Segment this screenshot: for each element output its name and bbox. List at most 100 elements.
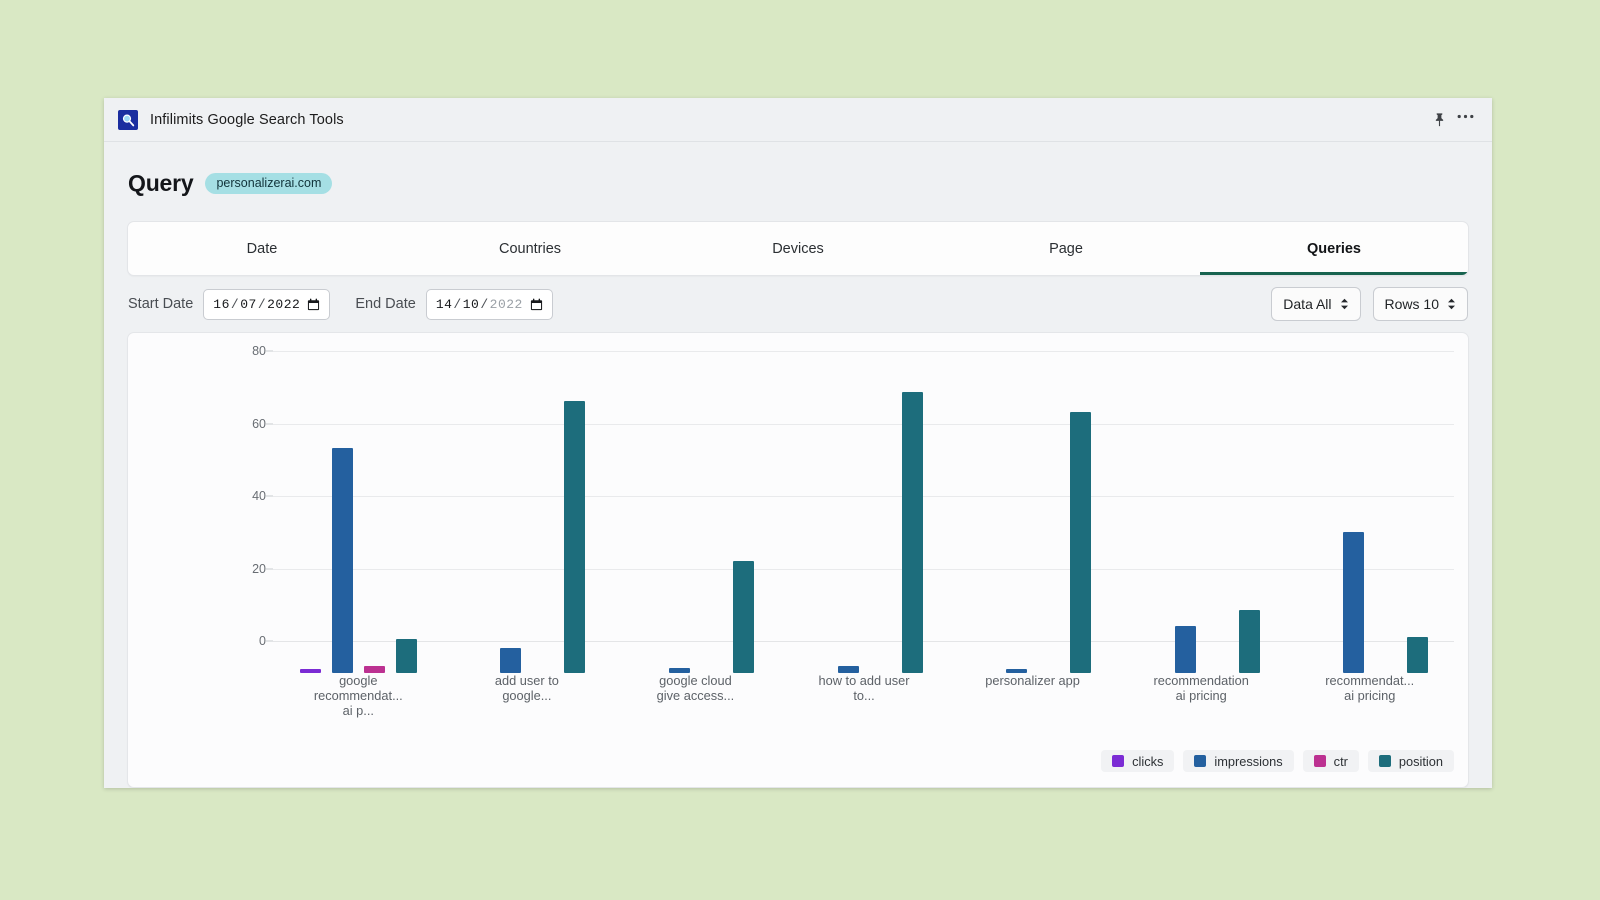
tab-countries-label: Countries <box>498 240 562 257</box>
start-date-sep2: / <box>257 296 267 312</box>
x-axis-label-line: recommendat... <box>1325 673 1415 688</box>
start-date-label: Start Date <box>128 296 194 312</box>
legend-swatch-impressions <box>1194 755 1207 767</box>
y-tick-mark <box>266 568 273 569</box>
chart-card: 0 20 40 60 80 google recommendat... ai p... add… <box>127 332 1469 788</box>
y-tick-label: 0 <box>259 634 266 648</box>
bar-position[interactable] <box>395 638 417 673</box>
x-axis-label: recommendat... ai pricing <box>1285 673 1454 718</box>
tab-devices[interactable]: Devices <box>664 222 932 275</box>
chart-x-axis-labels: google recommendat... ai p... add user to go… <box>274 673 1454 718</box>
data-filter-select[interactable]: Data All <box>1271 287 1361 321</box>
tab-page[interactable]: Page <box>932 222 1200 275</box>
end-date-month: 10 <box>462 296 480 312</box>
window-title: Infilimits Google Search Tools <box>150 111 344 128</box>
end-date-label: End Date <box>355 296 416 312</box>
calendar-icon[interactable] <box>530 298 543 311</box>
x-axis-label-line: ai pricing <box>1175 688 1227 703</box>
bar-impressions[interactable] <box>500 647 522 673</box>
tab-date[interactable]: Date <box>128 222 396 275</box>
legend-label: clicks <box>1132 753 1164 769</box>
bar-group <box>948 351 1117 673</box>
x-axis-label-line: how to add user <box>818 673 910 688</box>
tab-queries-label: Queries <box>1307 240 1361 257</box>
tab-countries[interactable]: Countries <box>396 222 664 275</box>
x-axis-label-line: to... <box>853 688 875 703</box>
data-filter-value: Data All <box>1283 296 1332 312</box>
legend-swatch-clicks <box>1112 755 1125 767</box>
x-axis-label-line: recommendat... <box>313 688 403 703</box>
tab-bar: Date Countries Devices Page Queries <box>127 221 1469 276</box>
bar-impressions[interactable] <box>837 665 859 673</box>
more-options-icon[interactable] <box>1452 107 1478 133</box>
bar-position[interactable] <box>1070 412 1092 673</box>
bar-position[interactable] <box>901 392 923 673</box>
rows-count-select[interactable]: Rows 10 <box>1372 287 1468 321</box>
start-date-sep1: / <box>230 296 240 312</box>
calendar-icon[interactable] <box>307 298 320 311</box>
legend-item-clicks[interactable]: clicks <box>1101 750 1175 772</box>
x-axis-label: recommendation ai pricing <box>1117 673 1286 718</box>
end-date-input[interactable]: 14 / 10 / 2022 <box>425 288 553 320</box>
x-axis-label: personalizer app <box>948 673 1117 718</box>
start-date-input[interactable]: 16 / 07 / 2022 <box>203 288 331 320</box>
x-axis-label-line: google <box>339 673 378 688</box>
y-tick-label: 80 <box>252 344 266 358</box>
legend-swatch-ctr <box>1313 755 1326 767</box>
page-content: Query personalizerai.com Date Countries … <box>104 142 1492 788</box>
bar-impressions[interactable] <box>331 448 353 673</box>
legend-item-impressions[interactable]: impressions <box>1183 750 1294 772</box>
bar-group <box>1117 351 1286 673</box>
x-axis-label: google cloud give access... <box>611 673 780 718</box>
legend-item-ctr[interactable]: ctr <box>1302 750 1359 772</box>
y-tick-mark <box>266 423 273 424</box>
legend-swatch-position <box>1378 755 1391 767</box>
y-tick-label: 40 <box>252 489 266 503</box>
y-tick-mark <box>266 495 273 497</box>
x-axis-label-line: google cloud <box>659 673 732 688</box>
bar-impressions[interactable] <box>1343 531 1365 673</box>
tab-queries[interactable]: Queries <box>1200 222 1468 275</box>
bar-group <box>1285 351 1454 673</box>
x-axis-label-line: ai pricing <box>1344 688 1396 703</box>
rows-count-value: Rows 10 <box>1384 296 1439 312</box>
legend-label: position <box>1398 753 1443 769</box>
x-axis-label-line: ai p... <box>342 703 374 718</box>
search-magnifier-icon <box>118 109 138 130</box>
y-tick-label: 60 <box>252 416 266 431</box>
legend-label: impressions <box>1214 753 1283 769</box>
bar-position[interactable] <box>1407 636 1429 673</box>
bar-group <box>443 351 612 673</box>
start-date-year: 2022 <box>267 296 301 312</box>
page-header: Query personalizerai.com <box>127 170 1469 197</box>
bar-chart: 0 20 40 60 80 <box>128 333 1468 673</box>
pin-icon[interactable] <box>1426 107 1452 133</box>
bar-group <box>780 351 949 673</box>
tab-devices-label: Devices <box>772 240 824 257</box>
y-tick-label: 20 <box>252 561 266 576</box>
end-date-sep2: / <box>480 296 489 312</box>
chevron-updown-icon <box>1447 298 1456 310</box>
domain-chip: personalizerai.com <box>205 172 333 195</box>
legend-label: ctr <box>1333 753 1348 769</box>
start-date-day: 16 <box>213 296 230 312</box>
chart-legend: clicks impressions ctr position <box>1101 750 1454 772</box>
page-title: Query <box>128 170 194 196</box>
chart-bar-groups <box>274 351 1454 673</box>
bar-position[interactable] <box>1238 609 1260 673</box>
x-axis-label: add user to google... <box>443 673 612 718</box>
y-tick-mark <box>266 640 273 642</box>
end-date-day: 14 <box>435 296 453 312</box>
bar-position[interactable] <box>732 560 754 673</box>
bar-position[interactable] <box>564 401 586 673</box>
y-tick-mark <box>266 350 273 352</box>
bar-impressions[interactable] <box>1174 625 1196 673</box>
end-date-year: 2022 <box>489 296 523 312</box>
x-axis-label-line: give access... <box>656 688 735 703</box>
x-axis-label: how to add user to... <box>780 673 949 718</box>
bar-ctr[interactable] <box>363 665 385 673</box>
filter-controls: Start Date 16 / 07 / 2022 End Date 14 / … <box>127 276 1469 332</box>
legend-item-position[interactable]: position <box>1367 750 1454 772</box>
app-window: Infilimits Google Search Tools Query per… <box>104 98 1492 788</box>
bar-group <box>274 351 443 673</box>
